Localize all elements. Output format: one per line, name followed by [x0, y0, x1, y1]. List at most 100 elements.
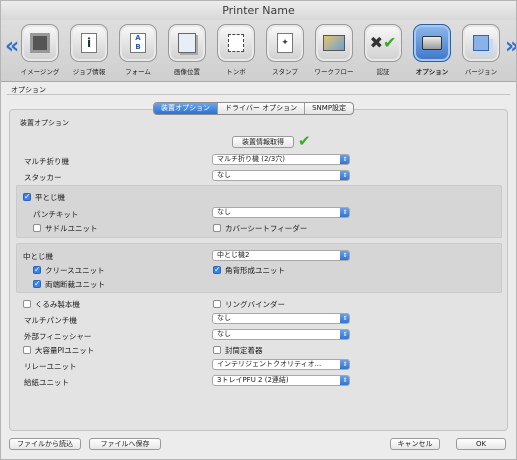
options-panel: 装置オプション 装置情報取得 ✔ マルチ折り機 マルチ折り機 (2/3穴) ⇕ ス…	[9, 109, 508, 431]
ring-binder-checkbox[interactable]	[213, 300, 221, 308]
perfect-binder-label: くるみ製本機	[35, 300, 80, 309]
multi-punch-label: マルチパンチ機	[24, 316, 77, 325]
saddle-stitch-group: 中とじ機 中とじ機2 ⇕ クリースユニット 角背形成ユニット 両端断裁ユニット	[16, 243, 502, 293]
crop-marks-icon	[217, 24, 255, 62]
crease-unit-checkbox[interactable]	[33, 265, 41, 274]
multi-punch-value: なし	[217, 314, 231, 322]
toolbar-item-imaging[interactable]: イメージング	[15, 22, 65, 80]
multi-fold-value: マルチ折り機 (2/3穴)	[217, 155, 285, 163]
saddle-stitch-select[interactable]: 中とじ機2 ⇕	[212, 250, 350, 261]
tab-device-options[interactable]: 装置オプション	[154, 103, 217, 114]
ring-binder-label: リングバインダー	[225, 300, 285, 309]
flat-stitch-checkbox[interactable]	[23, 192, 31, 201]
punch-kit-label: パンチキット	[33, 210, 79, 219]
perfect-binder-checkbox[interactable]	[23, 300, 31, 308]
toolbar-item-options[interactable]: オプション	[407, 22, 457, 80]
toolbar-label: オプション	[415, 68, 449, 76]
toolbar-label: ワークフロー	[314, 68, 354, 76]
punch-kit-value: なし	[217, 208, 231, 216]
toolbar-label: ジョブ情報	[72, 68, 106, 76]
toolbar-item-workflow[interactable]: ワークフロー	[309, 22, 359, 80]
saddle-unit-label: サドルユニット	[45, 224, 98, 233]
cover-sheet-checkbox[interactable]	[213, 224, 221, 232]
panel-title: 装置オプション	[20, 119, 69, 127]
toolbar-item-authentication[interactable]: ✖✔ 認証	[358, 22, 408, 80]
cancel-button[interactable]: キャンセル	[390, 438, 440, 450]
external-finisher-select[interactable]: なし ⇕	[212, 329, 350, 340]
external-finisher-label: 外部フィニッシャー	[24, 332, 92, 341]
chevron-updown-icon: ⇕	[340, 171, 349, 180]
window-title: Printer Name	[1, 1, 516, 20]
workflow-icon	[315, 24, 353, 62]
check-mark-icon: ✔	[298, 132, 311, 150]
chevron-updown-icon: ⇕	[340, 314, 349, 323]
stamp-icon: ✦	[266, 24, 304, 62]
divider	[7, 94, 510, 95]
form-icon: AB	[119, 24, 157, 62]
tab-snmp-settings[interactable]: SNMP設定	[304, 103, 353, 114]
save-to-file-button[interactable]: ファイルへ保存	[89, 438, 161, 450]
relay-unit-value: インテリジェントクオリティオ...	[217, 360, 322, 368]
load-from-file-button[interactable]: ファイルから読込	[9, 438, 81, 450]
large-capacity-label: 大容量PIユニット	[35, 346, 95, 355]
saddle-stitch-label: 中とじ機	[23, 252, 53, 261]
stacker-value: なし	[217, 171, 231, 179]
toolbar-item-version[interactable]: バージョン	[456, 22, 506, 80]
get-device-info-button[interactable]: 装置情報取得	[232, 136, 294, 148]
paper-feed-select[interactable]: 3トレイPFU 2 (2連結) ⇕	[212, 375, 350, 386]
relay-unit-label: リレーユニット	[24, 362, 77, 371]
paper-feed-value: 3トレイPFU 2 (2連結)	[217, 376, 289, 384]
tab-driver-options[interactable]: ドライバー オプション	[217, 103, 304, 114]
stacker-select[interactable]: なし ⇕	[212, 170, 350, 181]
multi-punch-select[interactable]: なし ⇕	[212, 313, 350, 324]
multi-fold-label: マルチ折り機	[24, 157, 69, 166]
saddle-stitch-value: 中とじ機2	[217, 251, 250, 259]
version-icon	[462, 24, 500, 62]
square-fold-label: 角背形成ユニット	[225, 266, 285, 275]
square-fold-checkbox[interactable]	[213, 265, 221, 274]
chevron-updown-icon: ⇕	[340, 155, 349, 164]
toolbar-label: バージョン	[464, 68, 498, 76]
chevron-updown-icon: ⇕	[340, 251, 349, 260]
printer-options-window: Printer Name « イメージング i ジョブ情報 AB フォーム 画像…	[0, 0, 517, 460]
chevron-updown-icon: ⇕	[340, 208, 349, 217]
ok-button[interactable]: OK	[456, 438, 506, 450]
scroll-right-icon[interactable]: »	[505, 34, 516, 59]
both-trim-checkbox[interactable]	[33, 279, 41, 288]
envelope-fuser-label: 封筒定着器	[225, 346, 263, 355]
toolbar-label: イメージング	[20, 68, 60, 76]
both-trim-label: 両端断裁ユニット	[45, 280, 105, 289]
paper-feed-label: 給紙ユニット	[24, 378, 69, 387]
flat-stitch-label: 平とじ機	[35, 193, 65, 202]
external-finisher-value: なし	[217, 330, 231, 338]
tab-bar: 装置オプション ドライバー オプション SNMP設定	[153, 102, 355, 115]
envelope-fuser-checkbox[interactable]	[213, 346, 221, 354]
punch-kit-select[interactable]: なし ⇕	[212, 207, 350, 218]
toolbar-item-stamp[interactable]: ✦ スタンプ	[260, 22, 310, 80]
cover-sheet-label: カバーシートフィーダー	[225, 224, 308, 233]
large-capacity-checkbox[interactable]	[23, 346, 31, 354]
image-position-icon	[168, 24, 206, 62]
toolbar-item-form[interactable]: AB フォーム	[113, 22, 163, 80]
toolbar-item-crop-marks[interactable]: トンボ	[211, 22, 261, 80]
stacker-label: スタッカー	[24, 173, 62, 182]
chevron-updown-icon: ⇕	[340, 330, 349, 339]
toolbar: « イメージング i ジョブ情報 AB フォーム 画像位置 トンボ ✦ スタンプ…	[1, 20, 516, 82]
relay-unit-select[interactable]: インテリジェントクオリティオ... ⇕	[212, 359, 350, 370]
chevron-updown-icon: ⇕	[340, 376, 349, 385]
multi-fold-select[interactable]: マルチ折り機 (2/3穴) ⇕	[212, 154, 350, 165]
saddle-unit-checkbox[interactable]	[33, 224, 41, 232]
job-info-icon: i	[70, 24, 108, 62]
toolbar-label: 認証	[376, 68, 390, 76]
toolbar-label: トンボ	[226, 68, 246, 76]
toolbar-label: 画像位置	[174, 68, 200, 76]
options-icon	[413, 24, 451, 62]
toolbar-label: スタンプ	[272, 68, 298, 76]
toolbar-item-image-position[interactable]: 画像位置	[162, 22, 212, 80]
chevron-updown-icon: ⇕	[340, 360, 349, 369]
imaging-icon	[21, 24, 59, 62]
toolbar-label: フォーム	[125, 68, 151, 76]
toolbar-item-job-info[interactable]: i ジョブ情報	[64, 22, 114, 80]
authentication-icon: ✖✔	[364, 24, 402, 62]
crease-unit-label: クリースユニット	[45, 266, 105, 275]
